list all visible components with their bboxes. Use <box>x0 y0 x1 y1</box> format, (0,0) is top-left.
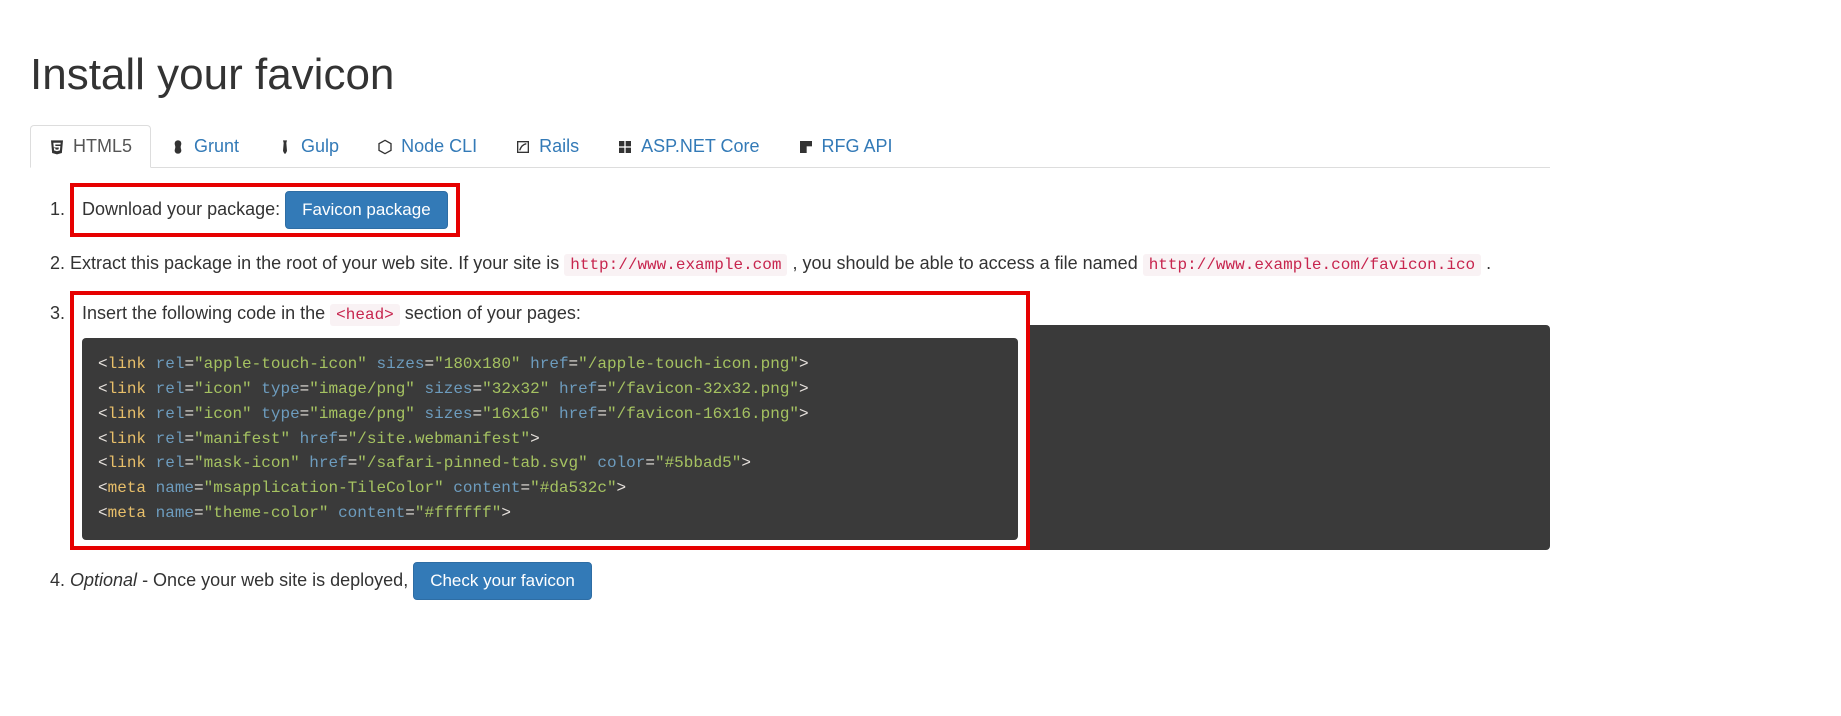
head-code: <head> <box>330 304 400 326</box>
tab-rails[interactable]: Rails <box>496 125 598 168</box>
step-1-text: Download your package: <box>82 199 280 219</box>
rails-icon <box>515 139 531 155</box>
tab-label: Gulp <box>301 136 339 157</box>
gulp-icon <box>277 139 293 155</box>
example-url-code: http://www.example.com <box>564 254 787 276</box>
code-block-continuation <box>1030 325 1550 550</box>
code-line: <meta name="theme-color" content="#fffff… <box>98 501 1002 526</box>
step-4-text: - Once your web site is deployed, <box>142 570 413 590</box>
tab-label: Rails <box>539 136 579 157</box>
tab-label: Node CLI <box>401 136 477 157</box>
code-line: <link rel="icon" type="image/png" sizes=… <box>98 402 1002 427</box>
step-3-highlight: Insert the following code in the <head> … <box>70 291 1030 550</box>
page-title: Install your favicon <box>30 50 1550 100</box>
step-2-text-pre: Extract this package in the root of your… <box>70 253 564 273</box>
tab-label: Grunt <box>194 136 239 157</box>
step-3: Insert the following code in the <head> … <box>70 291 1550 550</box>
step-3-text-pre: Insert the following code in the <box>82 303 330 323</box>
step-2-text-mid: , you should be able to access a file na… <box>792 253 1142 273</box>
node-icon <box>377 139 393 155</box>
step-1-highlight: Download your package: Favicon package <box>70 183 460 237</box>
check-favicon-button[interactable]: Check your favicon <box>413 562 592 600</box>
optional-label: Optional <box>70 570 137 590</box>
tab-rfg-api[interactable]: RFG API <box>779 125 912 168</box>
tab-aspnet-core[interactable]: ASP.NET Core <box>598 125 778 168</box>
step-2: Extract this package in the root of your… <box>70 249 1550 279</box>
tab-node-cli[interactable]: Node CLI <box>358 125 496 168</box>
tab-label: RFG API <box>822 136 893 157</box>
html5-icon <box>49 139 65 155</box>
tab-gulp[interactable]: Gulp <box>258 125 358 168</box>
step-3-text-post: section of your pages: <box>405 303 581 323</box>
code-line: <link rel="manifest" href="/site.webmani… <box>98 427 1002 452</box>
code-line: <meta name="msapplication-TileColor" con… <box>98 476 1002 501</box>
tab-label: ASP.NET Core <box>641 136 759 157</box>
tab-html5[interactable]: HTML5 <box>30 125 151 168</box>
grunt-icon <box>170 139 186 155</box>
code-line: <link rel="mask-icon" href="/safari-pinn… <box>98 451 1002 476</box>
tab-grunt[interactable]: Grunt <box>151 125 258 168</box>
code-line: <link rel="icon" type="image/png" sizes=… <box>98 377 1002 402</box>
favicon-package-button[interactable]: Favicon package <box>285 191 448 229</box>
step-4: Optional - Once your web site is deploye… <box>70 562 1550 600</box>
step-1: Download your package: Favicon package <box>70 183 1550 237</box>
favicon-url-code: http://www.example.com/favicon.ico <box>1143 254 1481 276</box>
aspnet-icon <box>617 139 633 155</box>
code-block: <link rel="apple-touch-icon" sizes="180x… <box>82 338 1018 540</box>
tabs: HTML5 Grunt Gulp Node CLI Rails <box>30 125 1550 168</box>
api-icon <box>798 139 814 155</box>
tab-label: HTML5 <box>73 136 132 157</box>
code-line: <link rel="apple-touch-icon" sizes="180x… <box>98 352 1002 377</box>
step-2-text-post: . <box>1486 253 1491 273</box>
